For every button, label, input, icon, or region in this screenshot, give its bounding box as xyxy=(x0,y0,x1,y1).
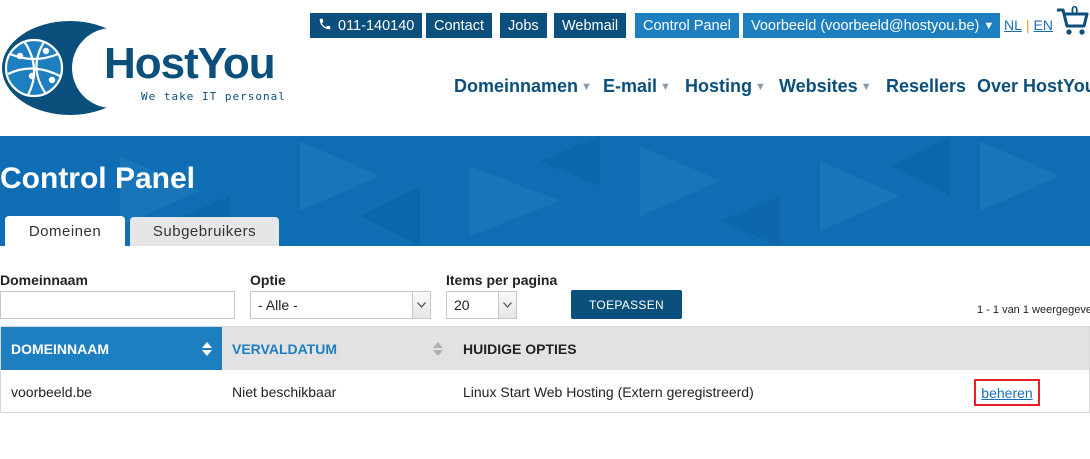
column-header-options: HUIDIGE OPTIES xyxy=(463,340,577,357)
phone-icon xyxy=(318,17,332,35)
caret-down-icon: ▼ xyxy=(660,81,671,93)
lang-nl-link[interactable]: NL xyxy=(1004,17,1022,33)
nav-label: Websites xyxy=(779,76,858,96)
account-menu[interactable]: Voorbeeld (voorbeeld@hostyou.be) ▼ xyxy=(743,13,1001,38)
column-header-label: VERVALDATUM xyxy=(232,340,337,357)
nav-over-hostyou[interactable]: Over HostYou xyxy=(977,76,1090,97)
account-label: Voorbeeld (voorbeeld@hostyou.be) xyxy=(751,17,980,34)
cell-options: Linux Start Web Hosting (Extern geregist… xyxy=(463,384,754,400)
option-filter-select[interactable]: - Alle - xyxy=(250,291,431,319)
control-panel-link[interactable]: Control Panel xyxy=(635,13,739,38)
manage-link[interactable]: beheren xyxy=(974,379,1040,406)
per-page-label: Items per pagina xyxy=(446,272,558,288)
nav-hosting[interactable]: Hosting ▼ xyxy=(685,76,766,97)
nav-label: Resellers xyxy=(886,76,967,96)
column-header-expiry[interactable]: VERVALDATUM xyxy=(222,327,453,370)
sort-icon xyxy=(202,342,212,356)
nav-email[interactable]: E-mail ▼ xyxy=(603,76,671,97)
page-title: Control Panel xyxy=(0,162,196,195)
lang-separator: | xyxy=(1025,17,1030,33)
domains-table: DOMEINNAAM VERVALDATUM HUIDIGE OPTIES vo… xyxy=(0,326,1090,413)
domain-filter-label: Domeinnaam xyxy=(0,272,88,288)
nav-label: Domeinnamen xyxy=(454,76,579,96)
chevron-down-icon xyxy=(412,292,430,318)
nav-label: Hosting xyxy=(685,76,752,96)
cart-count: 0 xyxy=(1071,3,1079,18)
contact-link[interactable]: Contact xyxy=(426,13,492,38)
cell-expiry: Niet beschikbaar xyxy=(232,384,337,400)
nav-domeinnamen[interactable]: Domeinnamen ▼ xyxy=(454,76,592,97)
nav-label: E-mail xyxy=(603,76,658,96)
chevron-down-icon xyxy=(498,292,516,318)
webmail-link[interactable]: Webmail xyxy=(554,13,627,38)
logo-name: HostYou xyxy=(104,39,276,88)
sort-icon xyxy=(433,342,443,356)
phone-number: 011-140140 xyxy=(338,17,415,34)
table-header: DOMEINNAAM VERVALDATUM HUIDIGE OPTIES xyxy=(1,327,1089,370)
nav-resellers[interactable]: Resellers xyxy=(886,76,966,97)
chevron-down-icon: ▼ xyxy=(983,19,995,32)
jobs-link[interactable]: Jobs xyxy=(500,13,547,38)
lang-en-link[interactable]: EN xyxy=(1034,17,1053,33)
column-header-label: DOMEINNAAM xyxy=(11,340,109,357)
per-page-value: 20 xyxy=(454,297,470,313)
caret-down-icon: ▼ xyxy=(755,81,766,93)
language-switch: NL | EN xyxy=(1004,17,1053,33)
phone-button[interactable]: 011-140140 xyxy=(310,13,423,38)
nav-label: Over HostYou xyxy=(977,76,1090,96)
per-page-select[interactable]: 20 xyxy=(446,291,517,319)
tab-subgebruikers[interactable]: Subgebruikers xyxy=(130,217,279,246)
caret-down-icon: ▼ xyxy=(860,81,872,93)
option-filter-value: - Alle - xyxy=(258,297,298,313)
domain-filter-input[interactable] xyxy=(0,291,235,319)
tab-domeinen[interactable]: Domeinen xyxy=(5,216,125,246)
logo-tagline: We take IT personal xyxy=(141,90,286,103)
option-filter-label: Optie xyxy=(250,272,286,288)
logo[interactable]: HostYou We take IT personal xyxy=(2,18,302,118)
caret-down-icon: ▼ xyxy=(581,81,592,93)
apply-button[interactable]: TOEPASSEN xyxy=(571,290,682,319)
result-count: 1 - 1 van 1 weergegeven xyxy=(977,304,1090,316)
cell-domain: voorbeeld.be xyxy=(11,384,92,400)
nav-websites[interactable]: Websites ▼ xyxy=(779,76,872,97)
page-banner: Control Panel Domeinen Subgebruikers xyxy=(0,136,1090,246)
column-header-domain[interactable]: DOMEINNAAM xyxy=(1,327,222,370)
